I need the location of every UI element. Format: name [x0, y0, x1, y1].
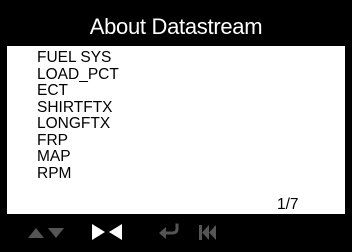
toolbar	[7, 214, 345, 245]
list-item[interactable]: MAP	[37, 148, 337, 166]
previous-page-button[interactable]	[107, 214, 125, 245]
datastream-panel: About Datastream FUEL SYS LOAD_PCT ECT S…	[7, 7, 345, 245]
screen: { "title": "About Datastream", "items": …	[0, 0, 352, 252]
list-item[interactable]: RPM	[37, 165, 337, 183]
title-bar: About Datastream	[7, 7, 345, 46]
list-item[interactable]: FRP	[37, 132, 337, 150]
scroll-up-button[interactable]	[27, 214, 45, 245]
list-item[interactable]: SHIRTFTX	[37, 99, 337, 117]
list-item[interactable]: ECT	[37, 82, 337, 100]
up-arrow-icon	[28, 228, 44, 238]
right-arrow-icon	[92, 224, 105, 240]
scroll-down-button[interactable]	[47, 214, 65, 245]
first-page-button[interactable]	[197, 214, 219, 245]
datastream-list: FUEL SYS LOAD_PCT ECT SHIRTFTX LONGFTX F…	[37, 49, 337, 183]
list-item[interactable]: LONGFTX	[37, 115, 337, 133]
return-button[interactable]	[157, 214, 181, 245]
first-page-icon	[199, 225, 216, 240]
list-item[interactable]: LOAD_PCT	[37, 66, 337, 84]
next-page-button[interactable]	[89, 214, 107, 245]
list-item[interactable]: FUEL SYS	[37, 49, 337, 67]
page-title: About Datastream	[89, 13, 263, 39]
return-icon	[159, 223, 179, 239]
down-arrow-icon	[48, 228, 64, 238]
left-arrow-icon	[109, 224, 122, 240]
page-indicator: 1/7	[277, 196, 299, 213]
